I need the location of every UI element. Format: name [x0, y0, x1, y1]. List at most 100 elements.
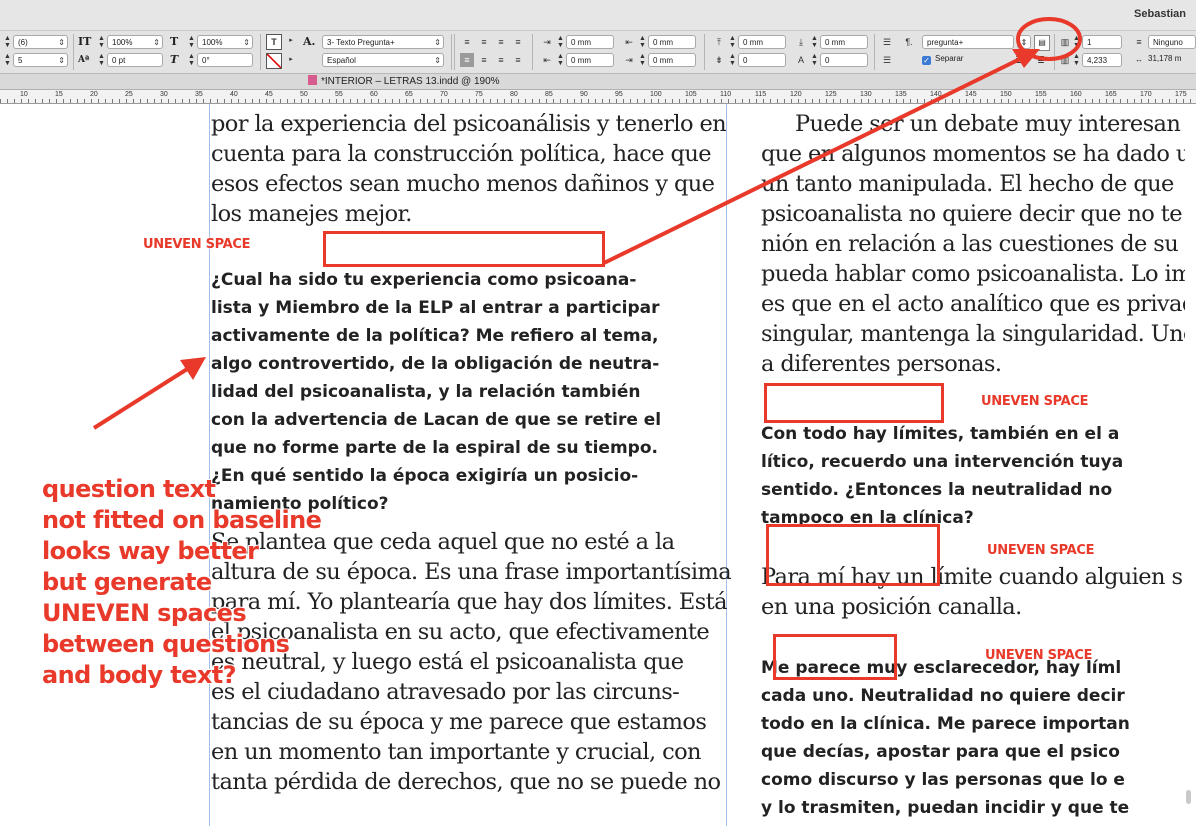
last-line-indent-icon: ⇥	[625, 55, 633, 65]
body-paragraph-top: por la experiencia del psicoanálisis y t…	[211, 109, 727, 229]
uneven-space-box	[764, 383, 944, 423]
chevron-right-icon[interactable]: ▸	[284, 53, 298, 67]
separar-checkbox[interactable]: ✓	[922, 56, 931, 65]
baseline-shift-field[interactable]: 0 pt	[107, 53, 163, 67]
space-before-stepper[interactable]: ▲ ▼	[728, 35, 737, 49]
drop-cap-lines-icon: ⇟	[715, 55, 723, 65]
tracking-field[interactable]: (6) ⇕	[13, 35, 68, 49]
columns-field[interactable]: 1	[1082, 35, 1122, 49]
kerning-field[interactable]: 5 ⇕	[13, 53, 68, 67]
text-line: en una posición canalla.	[761, 594, 1022, 620]
kerning-stepper[interactable]: ▲ ▼	[3, 53, 12, 67]
paragraph-style-dropdown[interactable]: pregunta+	[922, 35, 1014, 49]
ruler-label: 110	[720, 91, 732, 98]
divider	[874, 34, 875, 70]
align-left-icon[interactable]: ≡	[460, 35, 474, 49]
tracking-stepper[interactable]: ▲ ▼	[3, 35, 12, 49]
question-paragraph-1: Con todo hay límites, también en el a lít…	[761, 420, 1185, 532]
ruler-label: 95	[615, 91, 623, 98]
text-line: lítico, recuerdo una intervención tuya	[761, 452, 1124, 472]
language-select[interactable]: Español ⇕	[322, 53, 444, 67]
baseline-stepper[interactable]: ▲ ▼	[97, 53, 106, 67]
align-justify-left-icon[interactable]: ≡	[511, 35, 525, 49]
justify-all-icon[interactable]: ≡	[460, 53, 474, 67]
align-center-icon[interactable]: ≡	[477, 35, 491, 49]
ruler-label: 30	[160, 91, 168, 98]
horizontal-ruler[interactable]: 10 15 20 25 30 35 40 45 50 55 60 65 70 75 80 85 90 95 100 1…	[0, 90, 1196, 104]
text-line: question text	[42, 475, 216, 503]
horizontal-scale-icon: T	[170, 35, 179, 48]
columns-stepper[interactable]: ▲ ▼	[1072, 35, 1081, 49]
chevron-right-icon[interactable]: ▸	[284, 34, 298, 48]
first-line-indent-icon: ⇤	[543, 55, 551, 65]
horizontal-scale-stepper[interactable]: ▲ ▼	[187, 35, 196, 49]
chevron-down-icon: ⇕	[58, 56, 65, 65]
width-field[interactable]: 31,178 m	[1148, 54, 1181, 63]
columns-icon: ▥	[1060, 37, 1070, 47]
drop-cap-chars-stepper[interactable]: ▲ ▼	[810, 53, 819, 67]
text-line: los manejes mejor.	[211, 201, 412, 227]
right-text-column[interactable]: Puede ser un debate muy interesan que en …	[761, 109, 1185, 822]
gutter-stepper[interactable]: ▲ ▼	[1072, 53, 1081, 67]
justify-center-icon[interactable]: ≡	[477, 53, 491, 67]
style-stepper[interactable]: ⇕	[1017, 35, 1031, 49]
drop-cap-lines-field[interactable]: 0	[738, 53, 786, 67]
ruler-label: 125	[825, 91, 837, 98]
bullets-icon[interactable]: ☰	[880, 35, 894, 49]
skew-stepper[interactable]: ▲ ▼	[187, 53, 196, 67]
right-indent-stepper[interactable]: ▲ ▼	[638, 35, 647, 49]
scrollbar-thumb[interactable]	[1186, 790, 1191, 804]
ruler-label: 20	[90, 91, 98, 98]
text-line: lista y Miembro de la ELP al entrar a pa…	[211, 298, 660, 318]
span-columns-select[interactable]: Ninguno	[1148, 35, 1196, 49]
space-before-field[interactable]: 0 mm	[738, 35, 786, 49]
column-guide-left	[209, 104, 210, 826]
separar-label: Separar	[935, 54, 964, 63]
text-line: a diferentes personas.	[761, 351, 1002, 377]
align-to-baseline-grid-icon[interactable]: ▤	[1034, 35, 1050, 51]
last-line-stepper[interactable]: ▲ ▼	[638, 53, 647, 67]
text-fill-icon[interactable]: T	[266, 34, 282, 50]
ruler-label: 70	[440, 91, 448, 98]
first-line-stepper[interactable]: ▲ ▼	[556, 53, 565, 67]
uneven-space-label: UNEVEN SPACE	[987, 543, 1095, 558]
skew-field[interactable]: 0°	[197, 53, 253, 67]
left-indent-stepper[interactable]: ▲ ▼	[556, 35, 565, 49]
ruler-label: 90	[580, 91, 588, 98]
text-line: cada uno. Neutralidad no quiere decir	[761, 686, 1125, 706]
left-text-column[interactable]: por la experiencia del psicoanálisis y t…	[211, 109, 732, 797]
align-grid-icon[interactable]: ≣	[1034, 53, 1048, 67]
text-line: esos efectos sean mucho menos dañinos y …	[211, 171, 715, 197]
drop-cap-chars-field[interactable]: 0	[820, 53, 868, 67]
align-right-icon[interactable]: ≡	[494, 35, 508, 49]
document-title[interactable]: *INTERIOR – LETRAS 13.indd @ 190%	[308, 74, 500, 89]
stroke-none-icon[interactable]	[266, 53, 282, 69]
space-after-stepper[interactable]: ▲ ▼	[810, 35, 819, 49]
vertical-scale-stepper[interactable]: ▲ ▼	[97, 35, 106, 49]
first-line-indent-field[interactable]: 0 mm	[566, 53, 614, 67]
ruler-label: 100	[650, 91, 662, 98]
do-not-align-icon[interactable]: ≣	[1012, 53, 1026, 67]
justify-last-icon[interactable]: ≡	[511, 53, 525, 67]
ruler-label: 175	[1175, 91, 1187, 98]
numbering-icon[interactable]: ☰	[880, 53, 894, 67]
left-indent-field[interactable]: 0 mm	[566, 35, 614, 49]
ruler-label: 85	[545, 91, 553, 98]
drop-cap-lines-stepper[interactable]: ▲ ▼	[728, 53, 737, 67]
divider	[260, 34, 261, 70]
vertical-scale-field[interactable]: 100% ⇕	[107, 35, 163, 49]
text-line: ¿Cual ha sido tu experiencia como psicoa…	[211, 270, 637, 290]
space-after-field[interactable]: 0 mm	[820, 35, 868, 49]
horizontal-scale-field[interactable]: 100% ⇕	[197, 35, 253, 49]
last-line-indent-field[interactable]: 0 mm	[648, 53, 696, 67]
space-before-icon: ⤒	[717, 37, 721, 47]
right-indent-field[interactable]: 0 mm	[648, 35, 696, 49]
text-line: un tanto manipulada. El hecho de que	[761, 171, 1174, 197]
justify-right-icon[interactable]: ≡	[494, 53, 508, 67]
annotation-note: question text not fitted on baseline looks…	[42, 474, 322, 691]
ruler-label: 120	[790, 91, 802, 98]
user-name[interactable]: Sebastian	[1134, 8, 1186, 20]
ruler-label: 130	[860, 91, 872, 98]
gutter-field[interactable]: 4,233	[1082, 53, 1122, 67]
paragraph-style-select[interactable]: 3- Texto Pregunta+ ⇕	[322, 35, 444, 49]
